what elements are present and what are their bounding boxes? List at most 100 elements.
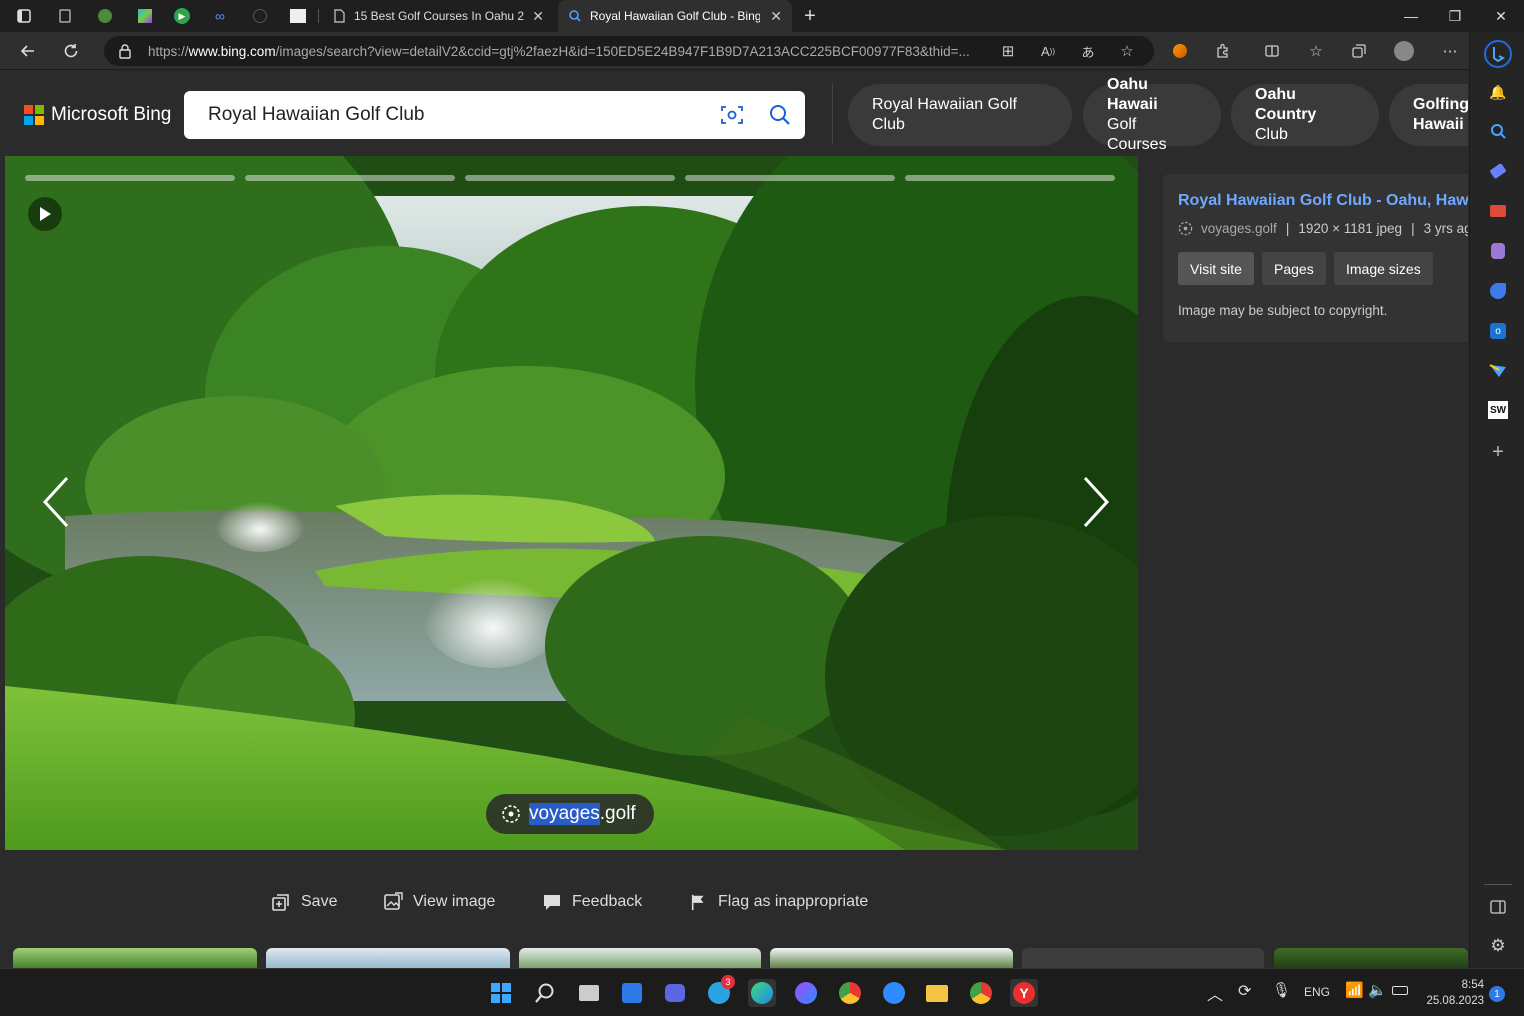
previous-image-arrow-icon[interactable]: [41, 474, 71, 530]
related-chip[interactable]: Royal Hawaiian Golf Club: [848, 84, 1072, 146]
profile-avatar[interactable]: [1394, 41, 1414, 61]
windows-start-icon[interactable]: [487, 979, 515, 1007]
microphone-icon[interactable]: 🎙: [1272, 981, 1291, 999]
image-icon: [384, 892, 403, 910]
minimize-icon[interactable]: —: [1388, 0, 1434, 32]
pages-button[interactable]: Pages: [1262, 252, 1326, 285]
wifi-icon[interactable]: 📶: [1345, 981, 1364, 999]
related-thumbnail[interactable]: [1274, 948, 1468, 968]
pinned-tab-icon[interactable]: [250, 6, 270, 26]
outlook-icon[interactable]: o: [1488, 321, 1508, 341]
feedback-button[interactable]: Feedback: [542, 890, 642, 914]
visit-site-button[interactable]: Visit site: [1178, 252, 1254, 285]
favorites-icon[interactable]: ☆: [1306, 41, 1326, 61]
telegram-icon[interactable]: 3: [705, 975, 735, 1007]
more-menu-icon[interactable]: ⋯: [1440, 41, 1460, 61]
bing-copilot-icon[interactable]: [1484, 40, 1512, 68]
related-thumbnail[interactable]: [1022, 948, 1264, 968]
pinned-tab-icon[interactable]: [288, 6, 308, 26]
lock-icon[interactable]: [118, 43, 132, 59]
next-image-arrow-icon[interactable]: [1081, 474, 1111, 530]
volume-icon[interactable]: 🔈: [1368, 981, 1387, 999]
tools-briefcase-icon[interactable]: [1488, 201, 1508, 221]
save-button[interactable]: Save: [271, 890, 337, 914]
sidebar-toggle-icon[interactable]: [1488, 897, 1508, 917]
refresh-icon[interactable]: [57, 38, 85, 64]
image-sizes-button[interactable]: Image sizes: [1334, 252, 1433, 285]
workspaces-icon[interactable]: [14, 6, 34, 26]
image-source[interactable]: voyages.golf: [1201, 221, 1277, 236]
extensions-puzzle-icon[interactable]: [1213, 41, 1233, 61]
url-field[interactable]: https://www.bing.com/images/search?view=…: [104, 36, 1154, 66]
battery-icon[interactable]: [1392, 986, 1408, 995]
clock[interactable]: 8:54 25.08.2023: [1420, 977, 1484, 1009]
bing-logo[interactable]: Microsoft Bing: [24, 104, 171, 126]
pinned-tab-icon[interactable]: [95, 6, 115, 26]
image-title-link[interactable]: Royal Hawaiian Golf Club - Oahu, Hawaii: [1178, 192, 1468, 210]
pinned-tab-icon[interactable]: ▶: [172, 6, 192, 26]
related-thumbnail[interactable]: [13, 948, 257, 968]
image-source-pill[interactable]: voyages .golf: [486, 794, 654, 834]
golf-course-image[interactable]: [5, 156, 1138, 850]
zoom-chat-icon[interactable]: [661, 979, 689, 1007]
edge-browser-icon[interactable]: [748, 979, 776, 1007]
tray-chevron-icon[interactable]: ︿: [1207, 981, 1223, 1005]
settings-gear-icon[interactable]: ⚙: [1488, 936, 1508, 956]
notification-count-badge[interactable]: 1: [1489, 986, 1505, 1002]
tab-bing[interactable]: Royal Hawaiian Golf Club - Bing I... ✕: [558, 0, 792, 32]
header-divider: [832, 84, 833, 144]
similarweb-icon[interactable]: SW: [1488, 400, 1508, 420]
app-available-icon[interactable]: ⊞: [998, 41, 1018, 61]
sync-icon[interactable]: ⟳: [1238, 981, 1251, 1001]
tab-golf-courses[interactable]: 15 Best Golf Courses In Oahu 20... ✕: [322, 0, 554, 32]
meta-icon[interactable]: ∞: [210, 6, 230, 26]
view-image-button[interactable]: View image: [383, 890, 495, 914]
new-tab-icon[interactable]: +: [800, 5, 820, 27]
back-icon[interactable]: [14, 38, 42, 64]
close-window-icon[interactable]: ✕: [1478, 0, 1524, 32]
widgets-icon[interactable]: [618, 979, 646, 1007]
tab-separator: [318, 9, 319, 23]
image-viewer[interactable]: voyages .golf: [5, 156, 1138, 850]
send-icon[interactable]: [1488, 361, 1508, 381]
play-icon[interactable]: [28, 197, 62, 231]
split-screen-icon[interactable]: [1262, 41, 1282, 61]
search-input[interactable]: [184, 91, 704, 139]
flag-button[interactable]: Flag as inappropriate: [690, 890, 868, 914]
read-aloud-icon[interactable]: A)): [1038, 41, 1058, 61]
related-chip[interactable]: Golfing Hawaii: [1389, 84, 1468, 146]
copilot-icon[interactable]: [1488, 281, 1508, 301]
task-view-icon[interactable]: [575, 979, 603, 1007]
yandex-browser-icon[interactable]: Y: [1010, 979, 1038, 1007]
chrome-icon[interactable]: [836, 979, 864, 1007]
visual-search-icon[interactable]: [720, 104, 744, 126]
search-icon[interactable]: [768, 103, 792, 127]
messenger-icon[interactable]: [792, 979, 820, 1007]
zoom-icon[interactable]: [880, 979, 908, 1007]
taskbar-search-icon[interactable]: [531, 979, 559, 1007]
page-icon: [334, 9, 345, 23]
close-icon[interactable]: ✕: [770, 8, 782, 25]
games-icon[interactable]: [1488, 241, 1508, 261]
favorite-star-icon[interactable]: ☆: [1117, 41, 1137, 61]
related-thumbnail[interactable]: [770, 948, 1013, 968]
notification-bell-icon[interactable]: 🔔: [1488, 82, 1508, 102]
shopping-tag-icon[interactable]: [1488, 161, 1508, 181]
related-thumbnail[interactable]: [266, 948, 510, 968]
pinned-tab-icon[interactable]: [135, 6, 155, 26]
search-icon[interactable]: [1488, 121, 1508, 141]
extension-icon[interactable]: [1170, 41, 1190, 61]
chrome-icon[interactable]: [967, 979, 995, 1007]
close-icon[interactable]: ✕: [532, 8, 544, 25]
collections-icon[interactable]: [1349, 41, 1369, 61]
input-language[interactable]: ENG: [1304, 985, 1330, 999]
related-thumbnail[interactable]: [519, 948, 761, 968]
related-chip[interactable]: Oahu Country Club: [1231, 84, 1379, 146]
tab-actions-icon[interactable]: [55, 6, 75, 26]
file-explorer-icon[interactable]: [923, 979, 951, 1007]
add-icon[interactable]: +: [1488, 441, 1508, 463]
restore-icon[interactable]: ❐: [1432, 0, 1478, 32]
translate-icon[interactable]: あ: [1078, 41, 1098, 61]
related-chip[interactable]: Oahu Hawaii Golf Courses: [1083, 76, 1221, 153]
slide-progress-bar: [905, 175, 1115, 181]
